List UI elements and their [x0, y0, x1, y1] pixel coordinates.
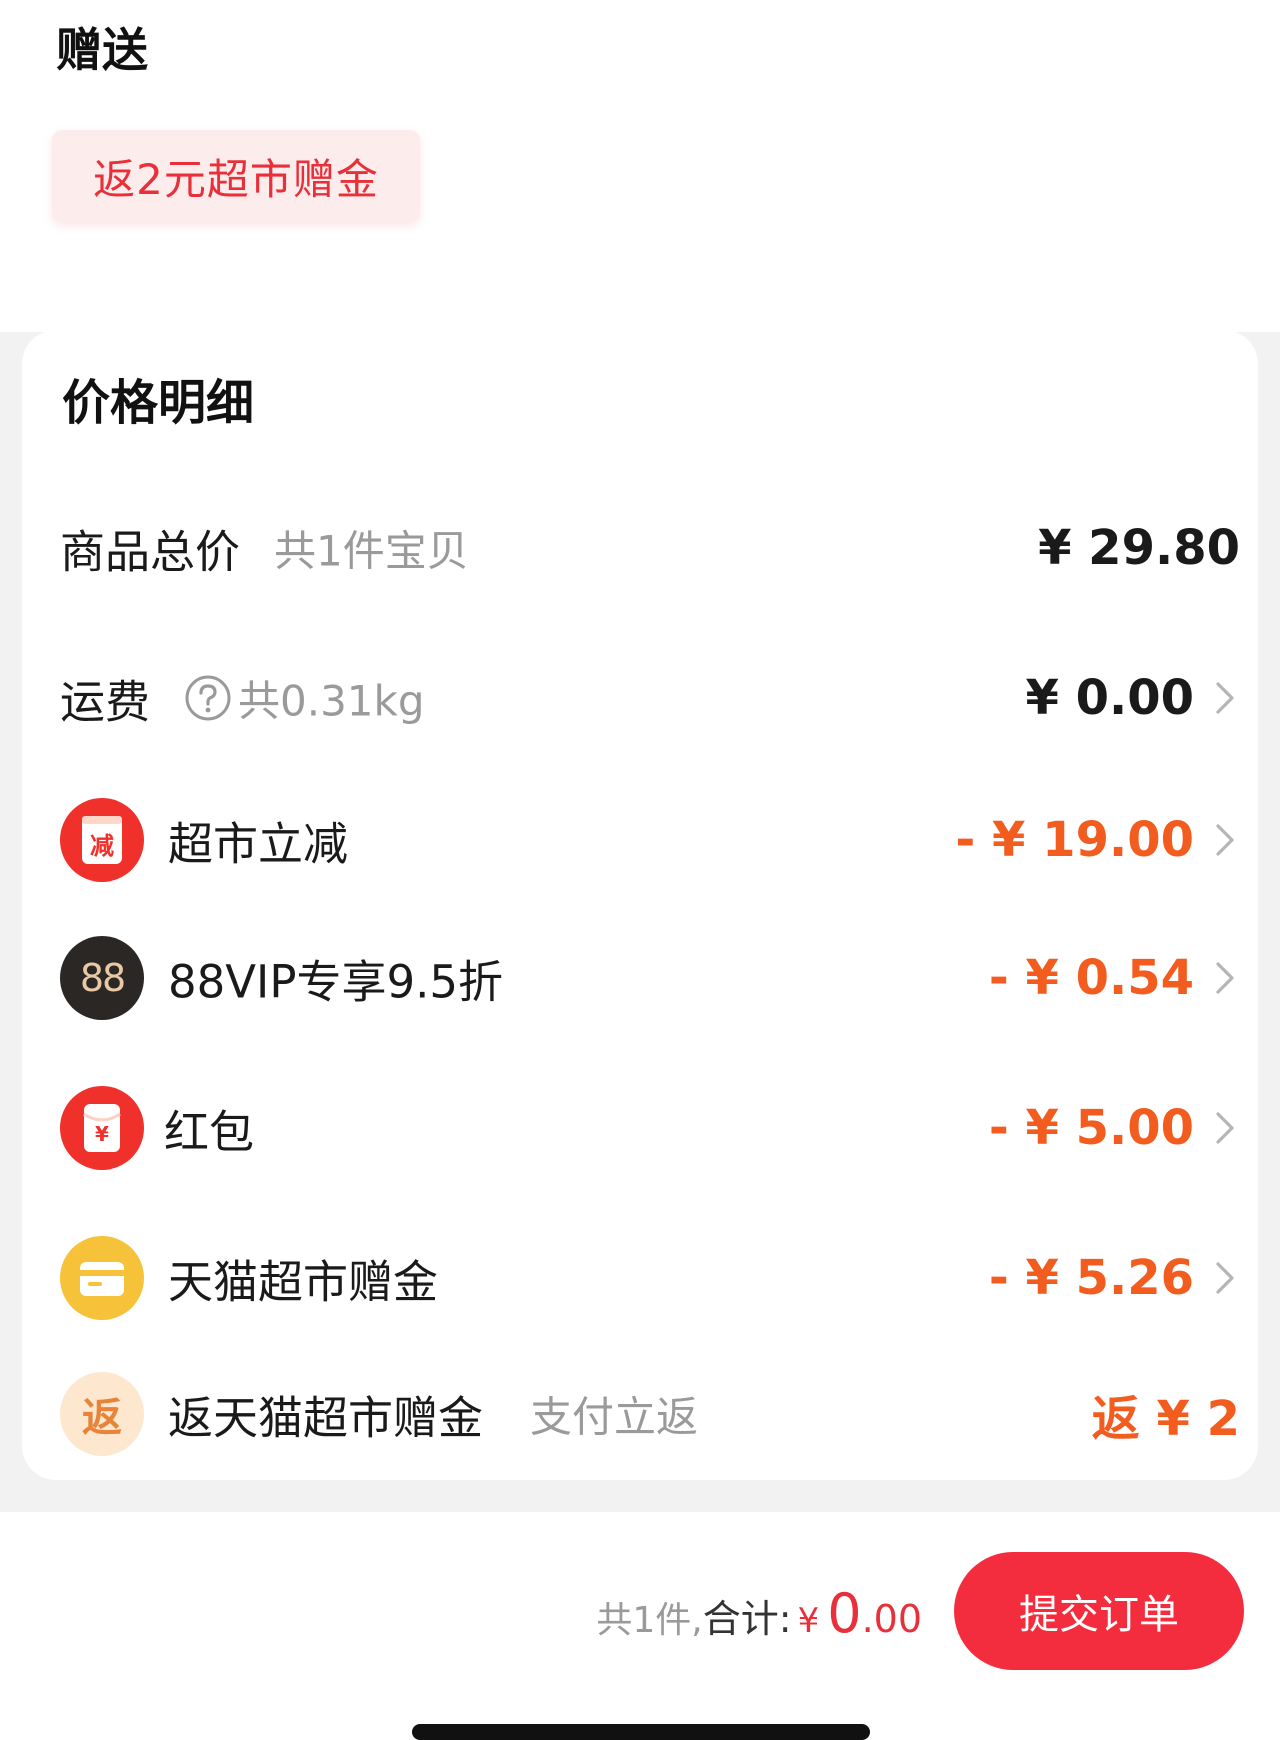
vip-88-icon: 88: [60, 936, 144, 1020]
discount-amount: - ¥ 19.00: [955, 812, 1194, 868]
shipping-weight-note: 共0.31kg: [238, 676, 425, 726]
submit-order-button[interactable]: 提交订单: [954, 1552, 1244, 1670]
question-icon[interactable]: [184, 674, 232, 722]
discount-row-88vip[interactable]: 88 88VIP专享9.5折 - ¥ 0.54: [60, 928, 1240, 1028]
price-detail-title: 价格明细: [62, 375, 255, 431]
jian-badge-text: 减: [90, 831, 114, 860]
home-indicator: [412, 1724, 870, 1740]
red-envelope-icon-text: ¥: [95, 1122, 109, 1146]
checkout-bar: 共1件, 合计: ¥ 0 .00 提交订单: [0, 1512, 1280, 1740]
item-count: 共1件,: [596, 1600, 703, 1641]
total-currency: ¥: [797, 1601, 820, 1641]
chevron-right-icon: [1216, 962, 1234, 994]
gift-tag-label: 返2元超市赠金: [93, 154, 379, 204]
goods-total-label: 商品总价: [60, 525, 241, 579]
total-label: 合计:: [702, 1597, 792, 1641]
fan-badge-icon: 返: [60, 1372, 144, 1456]
discount-row-supermarket[interactable]: 减 超市立减 - ¥ 19.00: [60, 790, 1240, 890]
chevron-right-icon: [1216, 1262, 1234, 1294]
rebate-row: 返 返天猫超市赠金 支付立返 返 ¥ 2: [60, 1364, 1240, 1464]
rebate-label: 返天猫超市赠金: [168, 1391, 484, 1445]
shipping-row[interactable]: 运费 共0.31kg ¥ 0.00: [60, 648, 1240, 748]
wallet-card-icon: [60, 1236, 144, 1320]
goods-total-row: 商品总价 共1件宝贝 ¥ 29.80: [60, 498, 1240, 598]
jian-badge-icon: 减: [60, 798, 144, 882]
price-detail-card: 价格明细 商品总价 共1件宝贝 ¥ 29.80 运费 共0.31kg ¥ 0.0…: [22, 330, 1258, 1480]
gift-title: 赠送: [56, 23, 148, 77]
discount-label: 天猫超市赠金: [168, 1255, 439, 1309]
gift-tag: 返2元超市赠金: [52, 130, 420, 222]
goods-total-note: 共1件宝贝: [274, 526, 469, 576]
discount-row-red-envelope[interactable]: ¥ 红包 - ¥ 5.00: [60, 1078, 1240, 1178]
discount-amount: - ¥ 5.00: [988, 1100, 1194, 1156]
order-summary: 共1件, 合计: ¥ 0 .00: [596, 1582, 922, 1645]
total-amount-decimal: .00: [861, 1597, 922, 1641]
shipping-label: 运费: [60, 675, 151, 729]
total-amount-integer: 0: [827, 1582, 862, 1645]
discount-amount: - ¥ 5.26: [988, 1250, 1194, 1306]
discount-label: 超市立减: [168, 817, 349, 871]
chevron-right-icon: [1216, 682, 1234, 714]
vip-88-icon-text: 88: [79, 956, 126, 1000]
shipping-amount: ¥ 0.00: [1025, 670, 1194, 726]
chevron-right-icon: [1216, 824, 1234, 856]
gift-section: 赠送 返2元超市赠金: [0, 0, 1280, 332]
discount-row-tmall-bonus[interactable]: 天猫超市赠金 - ¥ 5.26: [60, 1228, 1240, 1328]
discount-label: 88VIP专享9.5折: [168, 955, 504, 1009]
goods-total-amount: ¥ 29.80: [1038, 520, 1240, 576]
discount-label: 红包: [164, 1105, 255, 1159]
chevron-right-icon: [1216, 1112, 1234, 1144]
fan-badge-text: 返: [82, 1395, 122, 1441]
rebate-amount: 返 ¥ 2: [1091, 1391, 1240, 1447]
discount-amount: - ¥ 0.54: [988, 950, 1194, 1006]
red-envelope-icon: ¥: [60, 1086, 144, 1170]
rebate-note: 支付立返: [530, 1392, 699, 1442]
